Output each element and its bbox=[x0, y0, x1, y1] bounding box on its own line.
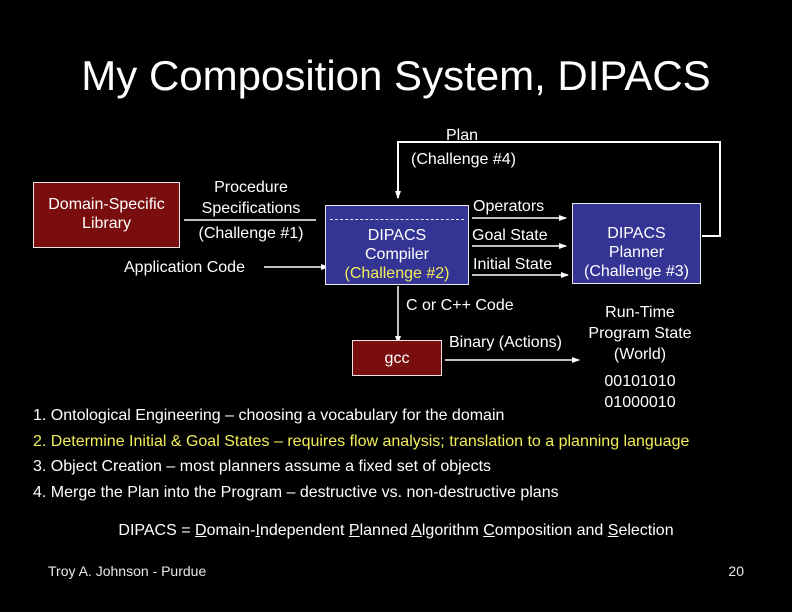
domain-library-line1: Domain-Specific bbox=[48, 196, 165, 213]
plan-label: Plan bbox=[446, 127, 479, 144]
runtime-bits1: 00101010 bbox=[604, 373, 676, 390]
acronym-letter-d: D bbox=[195, 522, 207, 539]
compiler-box: DIPACS Compiler (Challenge #2) bbox=[325, 205, 469, 285]
compiler-line1: DIPACS bbox=[367, 227, 427, 244]
goal-state-label: Goal State bbox=[472, 227, 548, 244]
application-code-label: Application Code bbox=[124, 259, 245, 276]
planner-challenge: (Challenge #3) bbox=[584, 263, 689, 280]
acronym-prefix: DIPACS = bbox=[118, 522, 196, 539]
acronym-letter-c: C bbox=[483, 522, 495, 539]
runtime-line3: (World) bbox=[613, 346, 667, 363]
c-code-label: C or C++ Code bbox=[406, 297, 514, 314]
acronym-rest-i: ndependent bbox=[259, 522, 349, 539]
runtime-line2: Program State bbox=[588, 325, 692, 342]
list-item-3: 3. Object Creation – most planners assum… bbox=[33, 458, 492, 475]
procedure-specs-line2: Specifications bbox=[201, 200, 301, 217]
challenge-list: 1. Ontological Engineering – choosing a … bbox=[33, 403, 689, 505]
acronym-letter-s: S bbox=[607, 522, 619, 539]
page-number: 20 bbox=[728, 563, 744, 579]
domain-library-line2: Library bbox=[82, 215, 131, 232]
planner-box: DIPACS Planner (Challenge #3) bbox=[572, 203, 701, 284]
procedure-specs-line1: Procedure bbox=[214, 179, 288, 196]
compiler-dashed-line bbox=[330, 219, 464, 220]
plan-challenge-label: (Challenge #4) bbox=[411, 151, 516, 168]
initial-state-label: Initial State bbox=[473, 256, 553, 273]
planner-line2: Planner bbox=[608, 244, 665, 261]
footer-author: Troy A. Johnson - Purdue bbox=[48, 563, 207, 579]
domain-library-box: Domain-Specific Library bbox=[33, 182, 180, 248]
acronym-rest-d: omain- bbox=[206, 522, 256, 539]
acronym-rest-a: lgorithm bbox=[421, 522, 484, 539]
runtime-line1: Run-Time bbox=[605, 304, 675, 321]
compiler-line2: Compiler bbox=[364, 246, 429, 263]
acronym-letter-p: P bbox=[348, 522, 360, 539]
runtime-state: Run-Time Program State (World) 00101010 … bbox=[580, 303, 700, 412]
acronym-rest-c: omposition and bbox=[494, 522, 608, 539]
list-item-4: 4. Merge the Plan into the Program – des… bbox=[33, 483, 559, 501]
acronym-letter-a: A bbox=[411, 522, 422, 539]
acronym-rest-s: election bbox=[618, 522, 674, 539]
list-item-1: 1. Ontological Engineering – choosing a … bbox=[33, 407, 505, 424]
list-item-2: 2. Determine Initial & Goal States – req… bbox=[33, 432, 690, 450]
gcc-box: gcc bbox=[352, 340, 442, 376]
planner-line1: DIPACS bbox=[607, 225, 666, 242]
acronym-definition: DIPACS = Domain-Independent Planned Algo… bbox=[0, 521, 792, 541]
procedure-specs-challenge: (Challenge #1) bbox=[198, 225, 304, 242]
gcc-label: gcc bbox=[384, 350, 410, 367]
operators-label: Operators bbox=[473, 198, 545, 215]
binary-label: Binary (Actions) bbox=[449, 334, 562, 351]
acronym-rest-p: lanned bbox=[359, 522, 412, 539]
compiler-challenge: (Challenge #2) bbox=[344, 265, 450, 282]
